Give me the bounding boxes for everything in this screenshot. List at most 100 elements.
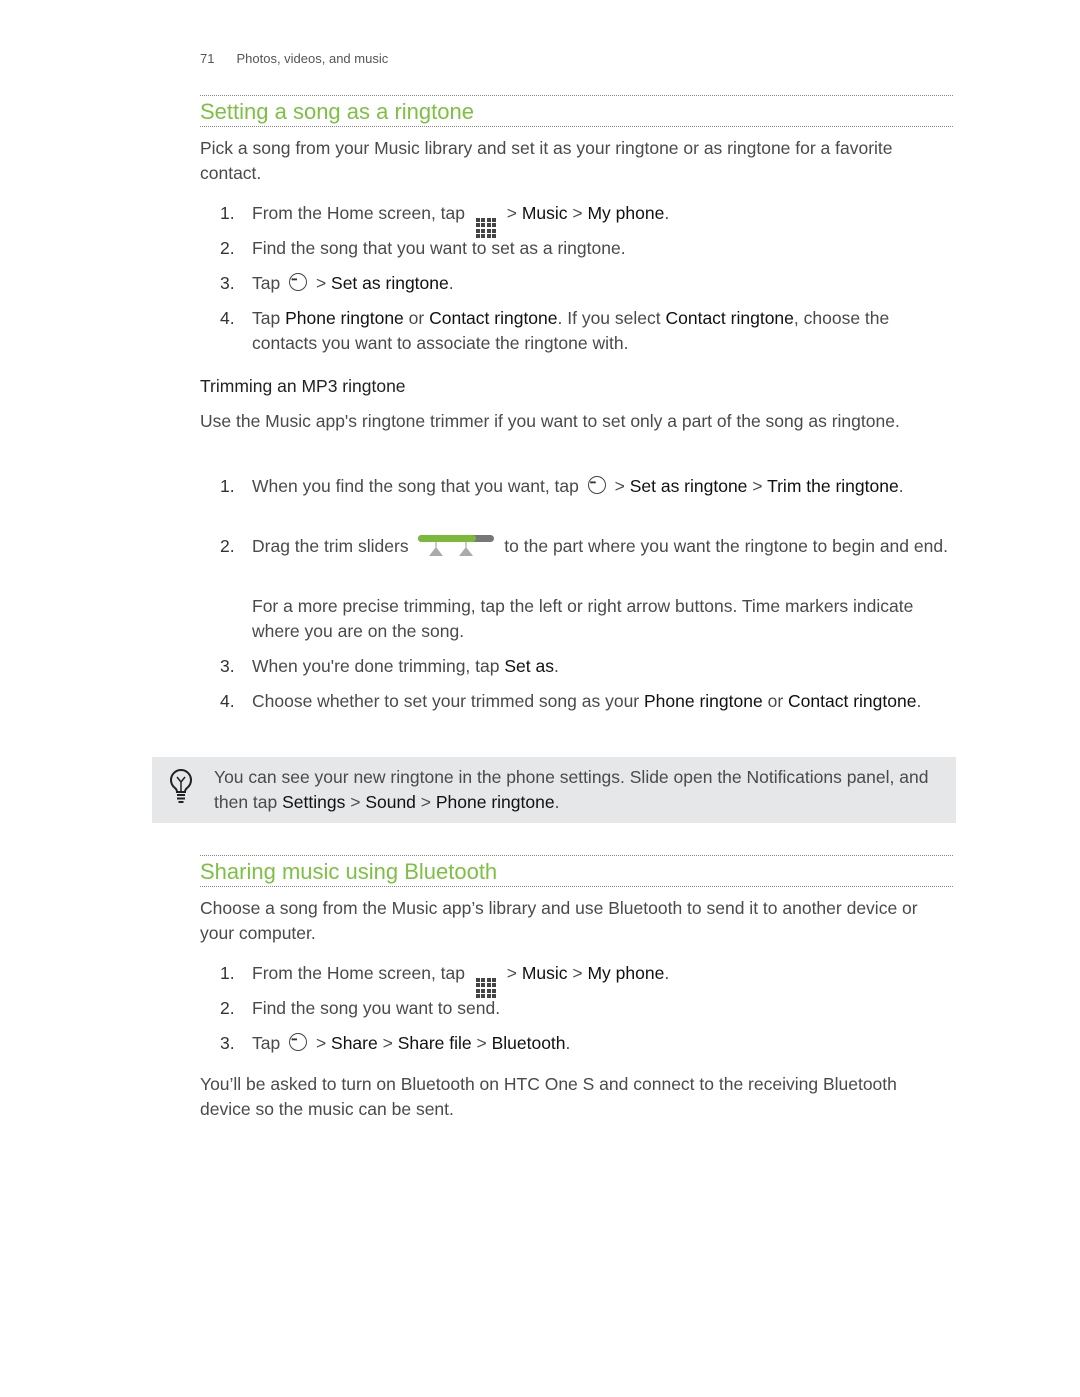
text-run: to the part where you want the ringtone …: [499, 536, 948, 556]
step-text: When you find the song that you want, ta…: [252, 474, 955, 499]
ui-term: Share: [331, 1033, 378, 1053]
section-heading: Sharing music using Bluetooth: [200, 859, 498, 884]
step-text: Tap > Set as ringtone.: [252, 271, 955, 296]
list-item: 1. From the Home screen, tap > Music > My…: [220, 201, 955, 239]
ui-term: Contact ringtone: [788, 691, 917, 711]
step-number: 1.: [220, 203, 235, 223]
text-run: >: [471, 1033, 492, 1053]
text-run: >: [415, 792, 436, 812]
ui-term: My phone: [587, 963, 665, 983]
ui-term: Phone ringtone: [644, 691, 763, 711]
more-options-icon: [289, 273, 308, 291]
text-run: >: [311, 273, 332, 293]
paragraph: Use the Music app's ringtone trimmer if …: [200, 411, 900, 431]
step-text: From the Home screen, tap > Music > My p…: [252, 961, 955, 999]
ui-term: Contact ringtone: [665, 308, 794, 328]
step-number: 3.: [220, 1033, 235, 1053]
text-run: or: [403, 308, 430, 328]
text-run: >: [567, 963, 588, 983]
text-run: >: [747, 476, 768, 496]
step-text: Choose whether to set your trimmed song …: [252, 689, 955, 714]
step-text: From the Home screen, tap > Music > My p…: [252, 201, 955, 239]
page-header: 71 Photos, videos, and music: [200, 51, 388, 66]
paragraph: Pick a song from your Music library and …: [200, 138, 893, 183]
ui-term: Set as: [504, 656, 554, 676]
ui-term: Phone ringtone: [285, 308, 404, 328]
list-item: 1. When you find the song that you want, …: [220, 474, 955, 499]
step-text: Find the song you want to send.: [252, 996, 955, 1021]
text-run: . If you select: [557, 308, 666, 328]
text-run: Tap: [252, 1033, 286, 1053]
ui-term: Trim the ringtone: [767, 476, 899, 496]
text-run: Drag the trim sliders: [252, 536, 414, 556]
tip-box: You can see your new ringtone in the pho…: [152, 757, 956, 823]
text-run: .: [664, 203, 670, 223]
step-number: 3.: [220, 656, 235, 676]
text-run: Find the song that you want to set as a …: [252, 238, 626, 258]
text-run: For a more precise trimming, tap the lef…: [252, 596, 914, 641]
text-run: or: [762, 691, 789, 711]
ui-term: Sound: [365, 792, 416, 812]
step-number: 3.: [220, 273, 235, 293]
text-run: Choose whether to set your trimmed song …: [252, 691, 644, 711]
all-apps-grid-icon: [475, 218, 497, 239]
text-run: When you find the song that you want, ta…: [252, 476, 584, 496]
step-number: 2.: [220, 238, 235, 258]
text-run: .: [554, 792, 560, 812]
all-apps-grid-icon: [475, 978, 497, 999]
paragraph: Choose a song from the Music app’s libra…: [200, 898, 918, 943]
step-number: 1.: [220, 476, 235, 496]
text-run: .: [898, 476, 904, 496]
ui-term: Share file: [397, 1033, 472, 1053]
text-run: >: [311, 1033, 332, 1053]
paragraph: You’ll be asked to turn on Bluetooth on …: [200, 1074, 897, 1119]
step-text: Drag the trim sliders to the part where …: [252, 534, 955, 559]
section-heading: Setting a song as a ringtone: [200, 99, 474, 124]
text-run: Tap: [252, 273, 286, 293]
step-text: For a more precise trimming, tap the lef…: [252, 594, 955, 644]
text-run: Tap: [252, 308, 286, 328]
more-options-icon: [289, 1033, 308, 1051]
lightbulb-icon: [170, 768, 192, 803]
step-text: Tap Phone ringtone or Contact ringtone. …: [252, 306, 955, 356]
ui-term: Settings: [282, 792, 346, 812]
step-text: Find the song that you want to set as a …: [252, 236, 955, 261]
document-page: 71 Photos, videos, and music Setting a so…: [0, 0, 1080, 1397]
list-item: 2. Find the song that you want to set as …: [220, 236, 955, 261]
list-item: 1. From the Home screen, tap > Music > My…: [220, 961, 955, 999]
ui-term: Music: [521, 203, 568, 223]
step-number: 4.: [220, 691, 235, 711]
list-item: 3. Tap > Set as ringtone.: [220, 271, 955, 296]
step-text: Tap > Share > Share file > Bluetooth.: [252, 1031, 955, 1056]
ui-term: Set as ringtone: [331, 273, 449, 293]
ui-term: Music: [521, 963, 568, 983]
text-run: >: [609, 476, 630, 496]
ui-term: Contact ringtone: [429, 308, 558, 328]
list-item: 4. Tap Phone ringtone or Contact ringtone…: [220, 306, 955, 356]
text-run: Find the song you want to send.: [252, 998, 501, 1018]
divider: [200, 95, 953, 96]
text-run: >: [501, 203, 522, 223]
more-options-icon: [587, 476, 606, 494]
subheading: Trimming an MP3 ringtone: [200, 376, 406, 396]
step-number: 2.: [220, 536, 235, 556]
text-run: .: [565, 1033, 571, 1053]
text-run: >: [377, 1033, 398, 1053]
step-text: When you're done trimming, tap Set as.: [252, 654, 955, 679]
trim-slider-icon: [417, 534, 495, 556]
text-run: >: [567, 203, 588, 223]
chapter-title: Photos, videos, and music: [236, 51, 389, 66]
text-run: .: [553, 656, 559, 676]
tip-text: You can see your new ringtone in the pho…: [214, 765, 934, 815]
step-number: 4.: [220, 308, 235, 328]
list-item: 2. Drag the trim sliders to the part wher…: [220, 534, 955, 559]
list-item: 3. Tap > Share > Share file > Bluetooth.: [220, 1031, 955, 1056]
divider: [200, 886, 953, 887]
text-run: From the Home screen, tap: [252, 203, 470, 223]
divider: [200, 126, 953, 127]
ui-term: My phone: [587, 203, 665, 223]
text-run: .: [664, 963, 670, 983]
ui-term: Bluetooth: [491, 1033, 566, 1053]
list-item: 2. Find the song you want to send.: [220, 996, 955, 1021]
text-run: >: [345, 792, 366, 812]
